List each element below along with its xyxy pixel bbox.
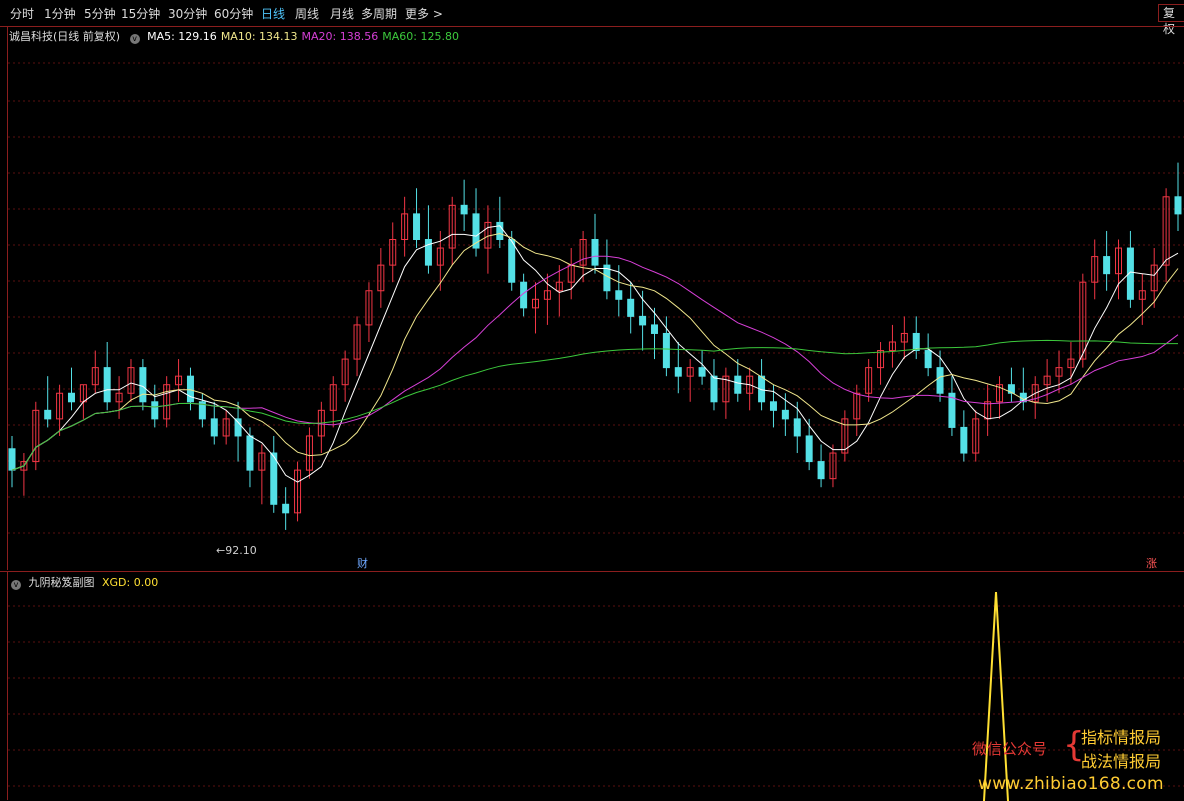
period-tab-0[interactable]: 分时: [10, 5, 34, 22]
candle-down: [8, 448, 16, 471]
candle-down: [662, 332, 670, 369]
candlestick-chart[interactable]: ←92.10 财 涨: [0, 27, 1184, 571]
candle-down: [151, 401, 159, 420]
candle-down: [44, 409, 52, 420]
period-toolbar: 分时 1分钟 5分钟 15分钟 30分钟 60分钟 日线 周线 月线 多周期 更多 >: [0, 0, 1184, 26]
legend-toggle-icon[interactable]: v: [129, 34, 140, 44]
watermark-url: www.zhibiao168.com: [978, 774, 1164, 794]
candle-down: [186, 375, 194, 403]
period-tab-8[interactable]: 月线: [330, 5, 354, 22]
candle-down: [103, 367, 111, 403]
period-tab-4[interactable]: 30分钟: [168, 5, 207, 22]
candle-down: [424, 239, 432, 266]
candle-down: [139, 367, 147, 403]
candle-down: [817, 461, 825, 480]
candle-down: [769, 401, 777, 411]
ma-legend-list: MA5: 129.16 MA10: 134.13 MA20: 138.56 MA60:…: [147, 30, 463, 43]
candle-down: [234, 418, 242, 437]
sub-legend-toggle-icon[interactable]: v: [11, 580, 21, 590]
ma-legend-item-3: MA60: 125.80: [382, 30, 459, 43]
candle-down: [496, 221, 504, 241]
period-tab-7[interactable]: 周线: [295, 5, 319, 22]
candle-down: [650, 324, 658, 334]
candle-down: [246, 435, 254, 471]
candle-down: [639, 315, 647, 326]
period-tab-6[interactable]: 日线: [261, 5, 285, 22]
candle-down: [615, 290, 623, 300]
candle-down: [210, 418, 218, 437]
period-tab-2[interactable]: 5分钟: [84, 5, 116, 22]
low-price-label: ←92.10: [216, 544, 257, 557]
main-chart-panel[interactable]: ←92.10 财 涨 诚昌科技(日线 前复权) v MA5: 129.16 MA10:…: [0, 26, 1184, 570]
indicator-title: 九阴秘笈副图: [28, 576, 95, 589]
ma-line-ma20: [11, 255, 1179, 471]
period-tab-9[interactable]: 多周期: [361, 5, 397, 22]
candle-down: [627, 298, 635, 317]
watermark-account: 微信公众号: [972, 740, 1048, 758]
candle-down: [460, 204, 468, 215]
candle-down: [508, 239, 516, 283]
ma-legend-item-2: MA20: 138.56: [301, 30, 379, 43]
finance-marker: 财: [357, 556, 368, 570]
sub-legend: v 九阴秘笈副图 XGD: 0.00: [9, 574, 162, 590]
candle-down: [924, 350, 932, 369]
candle-down: [591, 239, 599, 266]
candle-down: [282, 503, 290, 514]
period-tab-10[interactable]: 更多 >: [405, 5, 443, 22]
candle-down: [413, 213, 421, 240]
candle-down: [698, 367, 706, 377]
candle-down: [674, 367, 682, 377]
ma-legend-item-0: MA5: 129.16: [147, 30, 217, 43]
watermark-line1: 指标情报局: [1081, 728, 1162, 747]
main-legend: 诚昌科技(日线 前复权) v MA5: 129.16 MA10: 134.13 MA…: [9, 28, 467, 44]
candle-down: [805, 435, 813, 463]
restore-button[interactable]: 复权: [1158, 4, 1184, 36]
period-tab-1[interactable]: 1分钟: [44, 5, 76, 22]
stock-title: 诚昌科技(日线 前复权): [9, 30, 121, 43]
candle-down: [960, 426, 968, 454]
candle-down: [1103, 256, 1111, 275]
watermark: 微信公众号 { 指标情报局 战法情报局 www.zhibiao168.com: [970, 724, 1180, 798]
candle-down: [710, 375, 718, 403]
limitup-marker: 涨: [1146, 557, 1157, 570]
ma-legend-item-1: MA10: 134.13: [220, 30, 298, 43]
candle-down: [936, 367, 944, 394]
watermark-line2: 战法情报局: [1081, 752, 1162, 771]
candle-down: [793, 418, 801, 437]
period-tab-5[interactable]: 60分钟: [214, 5, 253, 22]
period-tab-3[interactable]: 15分钟: [121, 5, 160, 22]
candle-down: [67, 392, 75, 403]
xgd-value: XGD: 0.00: [102, 576, 159, 589]
candle-down: [912, 332, 920, 352]
ma-line-ma60: [11, 339, 1178, 471]
candle-down: [270, 452, 278, 505]
candle-down: [781, 409, 789, 420]
candle-down: [734, 375, 742, 394]
candle-down: [1174, 196, 1182, 215]
